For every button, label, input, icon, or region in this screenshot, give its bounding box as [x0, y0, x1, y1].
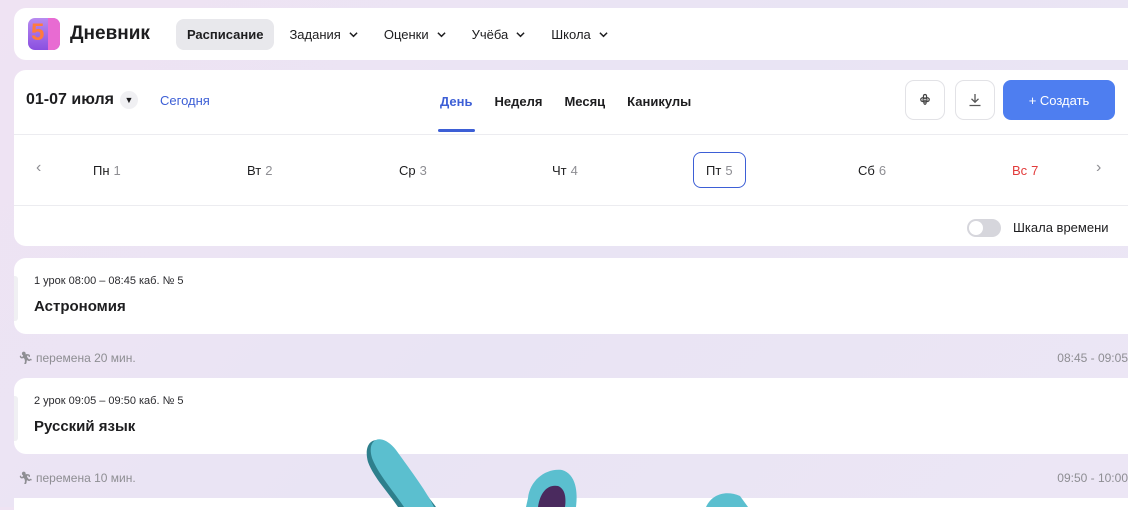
- chevron-right-icon[interactable]: ›: [1096, 159, 1101, 177]
- break-row: 🏃︎ перемена 20 мин. 08:45 - 09:05: [14, 340, 1128, 376]
- day-number: 7: [1031, 162, 1039, 178]
- date-range-label: 01-07 июля: [26, 91, 114, 108]
- top-navigation: 5 Дневник Расписание Задания Оценки Учёб…: [14, 8, 1128, 60]
- chevron-down-icon: [437, 31, 446, 37]
- nav-item-schedule[interactable]: Расписание: [175, 18, 275, 50]
- running-person-icon: 🏃︎: [18, 351, 34, 365]
- nav-item-grades[interactable]: Оценки: [373, 19, 457, 50]
- lesson-marker: [14, 396, 18, 441]
- nav-item-label: Расписание: [186, 26, 264, 42]
- day-name: Пн: [93, 162, 110, 178]
- timescale-toggle[interactable]: [967, 219, 1001, 237]
- lesson-card[interactable]: 2 урок 09:05 – 09:50 каб. № 5 Русский яз…: [14, 378, 1128, 454]
- break-row: 🏃︎ перемена 10 мин. 09:50 - 10:00: [14, 460, 1128, 496]
- tab-day[interactable]: День: [438, 70, 474, 134]
- schedule-panel: 01-07 июля ▼ Сегодня День Неделя Месяц К…: [14, 70, 1128, 246]
- day-thu[interactable]: Чт 4: [552, 152, 578, 188]
- logo[interactable]: 5 Дневник: [28, 18, 150, 50]
- download-button[interactable]: [955, 80, 995, 120]
- day-name: Вт: [247, 162, 262, 178]
- tab-week[interactable]: Неделя: [495, 70, 543, 134]
- toggle-knob: [969, 221, 983, 235]
- break-label: перемена 20 мин.: [36, 351, 136, 365]
- day-name: Ср: [399, 162, 416, 178]
- day-name: Сб: [858, 162, 875, 178]
- running-person-icon: 🏃︎: [18, 471, 34, 485]
- lesson-card[interactable]: 1 урок 08:00 – 08:45 каб. № 5 Астрономия: [14, 258, 1128, 334]
- nav-item-label: Учёба: [471, 26, 509, 42]
- lesson-subject: Русский язык: [34, 418, 136, 435]
- view-tabs: День Неделя Месяц Каникулы: [438, 70, 713, 134]
- nav-item-label: Школа: [551, 26, 591, 42]
- nav-item-label: Оценки: [383, 26, 429, 42]
- settings-button[interactable]: [905, 80, 945, 120]
- day-number: 6: [878, 162, 887, 178]
- day-wed[interactable]: Ср 3: [399, 152, 427, 188]
- week-day-selector: ‹ Пн 1 Вт 2 Ср 3 Чт 4 Пт 5 Сб 6 Вс 7 ›: [14, 134, 1128, 205]
- day-sun[interactable]: Вс 7: [1012, 152, 1038, 188]
- lesson-meta: 2 урок 09:05 – 09:50 каб. № 5: [34, 395, 184, 407]
- day-name: Пт: [706, 162, 722, 178]
- day-number: 4: [570, 162, 578, 178]
- day-mon[interactable]: Пн 1: [93, 152, 121, 188]
- day-number: 1: [113, 162, 121, 178]
- nav-item-study[interactable]: Учёба: [461, 19, 537, 50]
- lesson-subject: Астрономия: [34, 298, 126, 315]
- next-card-edge: [14, 498, 1128, 510]
- logo-mark-accent: [48, 18, 60, 50]
- flower-settings-icon: [920, 93, 930, 106]
- logo-glyph: 5: [31, 19, 45, 46]
- logo-mark: 5: [28, 18, 60, 50]
- nav-item-label: Задания: [289, 26, 341, 42]
- day-tue[interactable]: Вт 2: [247, 152, 272, 188]
- nav-item-assignments[interactable]: Задания: [278, 19, 368, 50]
- triangle-down-icon: ▼: [119, 91, 138, 109]
- break-label: перемена 10 мин.: [36, 471, 136, 485]
- break-time: 08:45 - 09:05: [1057, 351, 1128, 365]
- day-number: 3: [419, 162, 427, 178]
- lesson-meta: 1 урок 08:00 – 08:45 каб. № 5: [34, 275, 184, 287]
- chevron-down-icon: [599, 31, 608, 37]
- day-fri[interactable]: Пт 5: [693, 152, 746, 188]
- day-name: Вс: [1012, 162, 1028, 178]
- main-menu: Расписание Задания Оценки Учёба Школа: [175, 18, 623, 50]
- date-range-selector[interactable]: 01-07 июля ▼: [26, 91, 138, 109]
- schedule-toolbar: 01-07 июля ▼ Сегодня День Неделя Месяц К…: [14, 70, 1128, 134]
- day-sat[interactable]: Сб 6: [858, 152, 886, 188]
- create-button[interactable]: + Создать: [1003, 80, 1115, 120]
- chevron-down-icon: [516, 31, 525, 37]
- timescale-label: Шкала времени: [1013, 220, 1109, 235]
- today-link[interactable]: Сегодня: [160, 93, 210, 108]
- break-time: 09:50 - 10:00: [1057, 471, 1128, 485]
- tab-month[interactable]: Месяц: [564, 70, 605, 134]
- lesson-marker: [14, 276, 18, 321]
- app-title: Дневник: [70, 23, 150, 44]
- tab-holidays[interactable]: Каникулы: [627, 70, 691, 134]
- chevron-left-icon[interactable]: ‹: [36, 159, 41, 177]
- chevron-down-icon: [349, 31, 358, 37]
- day-name: Чт: [552, 162, 567, 178]
- day-number: 5: [725, 162, 733, 178]
- nav-item-school[interactable]: Школа: [540, 19, 619, 50]
- timescale-row: Шкала времени: [14, 205, 1128, 246]
- download-icon: [969, 94, 981, 107]
- day-number: 2: [265, 162, 273, 178]
